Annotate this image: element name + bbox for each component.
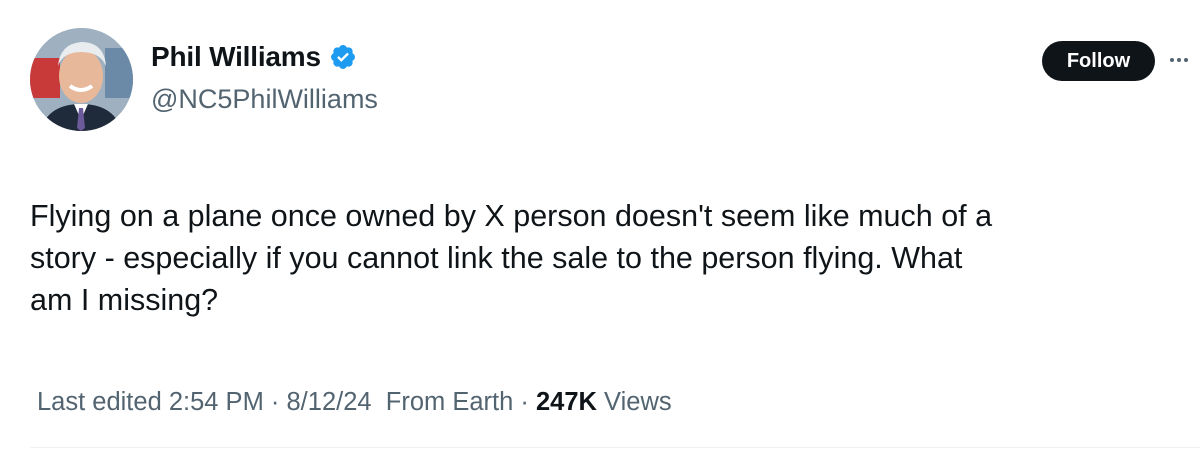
tweet-meta: Last edited 2:54 PM · 8/12/24 From Earth… (37, 385, 672, 419)
meta-separator: · (270, 388, 280, 416)
views-count: 247K (535, 388, 597, 416)
avatar[interactable] (30, 28, 133, 131)
tweet-line: story - especially if you cannot link th… (30, 241, 963, 275)
tweet-line: Flying on a plane once owned by X person… (30, 199, 993, 233)
more-dot (1184, 58, 1188, 62)
more-horizontal-icon[interactable] (1170, 50, 1196, 70)
more-dot (1177, 58, 1181, 62)
follow-button[interactable]: Follow (1042, 41, 1155, 81)
tweet-date[interactable]: 8/12/24 (287, 388, 372, 416)
meta-separator: · (520, 388, 529, 416)
author-handle[interactable]: @NC5PhilWilliams (151, 82, 378, 116)
views-label: Views (604, 388, 672, 416)
edited-timestamp[interactable]: Last edited 2:54 PM (37, 388, 264, 416)
tweet-line: am I missing? (30, 283, 219, 317)
tweet-location: From Earth (385, 388, 514, 416)
tweet-text: Flying on a plane once owned by X person… (30, 195, 1170, 321)
verified-badge-icon (330, 45, 355, 69)
divider (30, 447, 1200, 448)
more-dot (1170, 58, 1174, 62)
avatar-photo (30, 28, 133, 131)
author-name-row: Phil Williams (151, 40, 357, 74)
author-display-name[interactable]: Phil Williams (151, 40, 321, 74)
